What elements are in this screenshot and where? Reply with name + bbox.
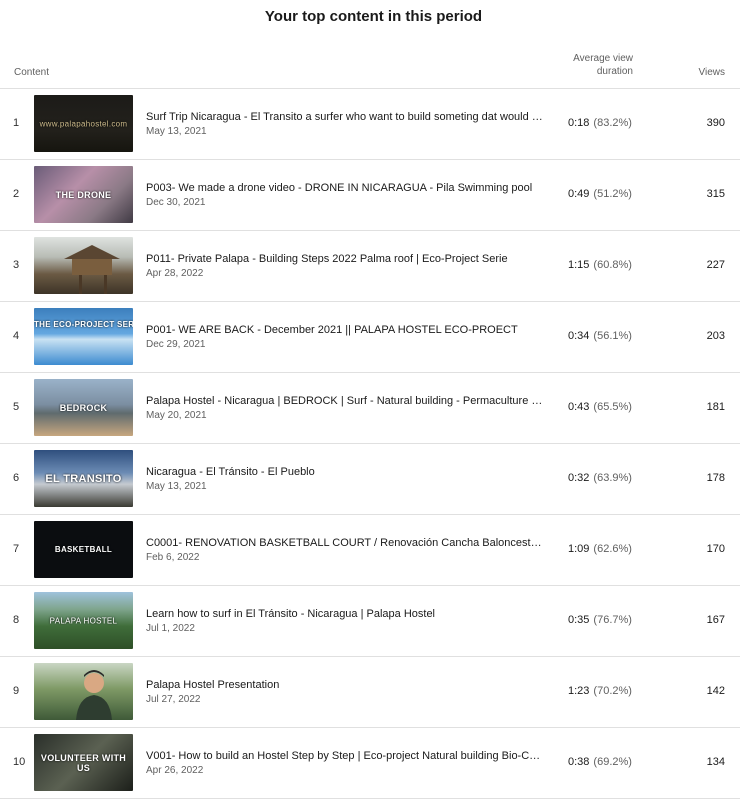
video-thumbnail[interactable]: BASKETBALL xyxy=(34,521,133,578)
publish-date: May 13, 2021 xyxy=(146,126,207,137)
thumbnail-text: EL TRANSITO xyxy=(45,472,122,485)
row-rank: 6 xyxy=(13,472,20,484)
views-count: 315 xyxy=(706,188,725,200)
average-view-duration: 1:15 (60.8%) xyxy=(568,259,632,271)
table-row[interactable]: 3 P011- Private Palapa - Building Steps … xyxy=(0,231,740,302)
video-title[interactable]: V001- How to build an Hostel Step by Ste… xyxy=(146,749,546,763)
row-rank: 8 xyxy=(13,614,20,626)
publish-date: May 13, 2021 xyxy=(146,481,207,492)
views-count: 390 xyxy=(706,117,725,129)
publish-date: Dec 30, 2021 xyxy=(146,197,206,208)
video-title[interactable]: Nicaragua - El Tránsito - El Pueblo xyxy=(146,465,546,479)
palapa-hut-image xyxy=(64,245,120,294)
video-thumbnail[interactable] xyxy=(34,237,133,294)
publish-date: Jul 1, 2022 xyxy=(146,623,195,634)
average-view-duration: 0:38 (69.2%) xyxy=(568,756,632,768)
average-view-duration: 0:35 (76.7%) xyxy=(568,614,632,626)
publish-date: Apr 28, 2022 xyxy=(146,268,204,279)
video-thumbnail[interactable]: THE DRONE xyxy=(34,166,133,223)
video-thumbnail[interactable]: VOLUNTEER WITH US xyxy=(34,734,133,791)
row-rank: 4 xyxy=(13,330,20,342)
video-thumbnail[interactable]: BEDROCK xyxy=(34,379,133,436)
average-view-duration: 0:32 (63.9%) xyxy=(568,472,632,484)
views-count: 167 xyxy=(706,614,725,626)
top-content-table: 1 www.palapahostel.com Surf Trip Nicarag… xyxy=(0,89,740,799)
row-rank: 9 xyxy=(13,685,20,697)
thumbnail-text: BEDROCK xyxy=(59,402,108,413)
table-row[interactable]: 9 Palapa Hostel Presentation Jul 27, 202… xyxy=(0,657,740,728)
thumbnail-text: THE DRONE xyxy=(55,189,112,200)
table-row[interactable]: 1 www.palapahostel.com Surf Trip Nicarag… xyxy=(0,89,740,160)
views-count: 134 xyxy=(706,756,725,768)
row-rank: 3 xyxy=(13,259,20,271)
publish-date: Feb 6, 2022 xyxy=(146,552,200,563)
views-count: 203 xyxy=(706,330,725,342)
column-header-content[interactable]: Content xyxy=(14,66,49,79)
average-view-duration: 0:49 (51.2%) xyxy=(568,188,632,200)
views-count: 142 xyxy=(706,685,725,697)
video-title[interactable]: P003- We made a drone video - DRONE IN N… xyxy=(146,181,546,195)
video-title[interactable]: P001- WE ARE BACK - December 2021 || PAL… xyxy=(146,323,546,337)
video-title[interactable]: C0001- RENOVATION BASKETBALL COURT / Ren… xyxy=(146,536,546,550)
table-row[interactable]: 5 BEDROCK Palapa Hostel - Nicaragua | BE… xyxy=(0,373,740,444)
average-view-duration: 0:43 (65.5%) xyxy=(568,401,632,413)
views-count: 181 xyxy=(706,401,725,413)
thumbnail-text: BASKETBALL xyxy=(54,544,113,554)
video-thumbnail[interactable]: PALAPA HOSTEL xyxy=(34,592,133,649)
video-thumbnail[interactable]: www.palapahostel.com xyxy=(34,95,133,152)
publish-date: Jul 27, 2022 xyxy=(146,694,201,705)
thumbnail-text: THE ECO-PROJECT SERIE xyxy=(34,320,133,329)
average-view-duration: 0:18 (83.2%) xyxy=(568,117,632,129)
row-rank: 10 xyxy=(13,756,26,768)
row-rank: 1 xyxy=(13,117,20,129)
presenter-image xyxy=(76,670,112,720)
video-title[interactable]: Learn how to surf in El Tránsito - Nicar… xyxy=(146,607,546,621)
views-count: 178 xyxy=(706,472,725,484)
video-title[interactable]: P011- Private Palapa - Building Steps 20… xyxy=(146,252,546,266)
video-title[interactable]: Surf Trip Nicaragua - El Transito a surf… xyxy=(146,110,546,124)
table-row[interactable]: 10 VOLUNTEER WITH US V001- How to build … xyxy=(0,728,740,799)
average-view-duration: 0:34 (56.1%) xyxy=(568,330,632,342)
table-row[interactable]: 7 BASKETBALL C0001- RENOVATION BASKETBAL… xyxy=(0,515,740,586)
row-rank: 2 xyxy=(13,188,20,200)
table-row[interactable]: 4 THE ECO-PROJECT SERIE P001- WE ARE BAC… xyxy=(0,302,740,373)
publish-date: Dec 29, 2021 xyxy=(146,339,206,350)
publish-date: May 20, 2021 xyxy=(146,410,207,421)
thumbnail-text: www.palapahostel.com xyxy=(39,119,128,128)
column-header-average-view-duration[interactable]: Average view duration xyxy=(553,52,633,78)
column-header-views[interactable]: Views xyxy=(660,66,726,79)
thumbnail-text: PALAPA HOSTEL xyxy=(49,616,118,625)
publish-date: Apr 26, 2022 xyxy=(146,765,204,776)
table-row[interactable]: 6 EL TRANSITO Nicaragua - El Tránsito - … xyxy=(0,444,740,515)
thumbnail-text: VOLUNTEER WITH US xyxy=(40,752,127,773)
views-count: 227 xyxy=(706,259,725,271)
table-row[interactable]: 8 PALAPA HOSTEL Learn how to surf in El … xyxy=(0,586,740,657)
video-thumbnail[interactable]: EL TRANSITO xyxy=(34,450,133,507)
table-row[interactable]: 2 THE DRONE P003- We made a drone video … xyxy=(0,160,740,231)
video-title[interactable]: Palapa Hostel Presentation xyxy=(146,678,546,692)
average-view-duration: 1:23 (70.2%) xyxy=(568,685,632,697)
video-thumbnail[interactable]: THE ECO-PROJECT SERIE xyxy=(34,308,133,365)
video-thumbnail[interactable] xyxy=(34,663,133,720)
row-rank: 7 xyxy=(13,543,20,555)
views-count: 170 xyxy=(706,543,725,555)
page-title: Your top content in this period xyxy=(264,8,483,25)
row-rank: 5 xyxy=(13,401,20,413)
average-view-duration: 1:09 (62.6%) xyxy=(568,543,632,555)
video-title[interactable]: Palapa Hostel - Nicaragua | BEDROCK | Su… xyxy=(146,394,546,408)
